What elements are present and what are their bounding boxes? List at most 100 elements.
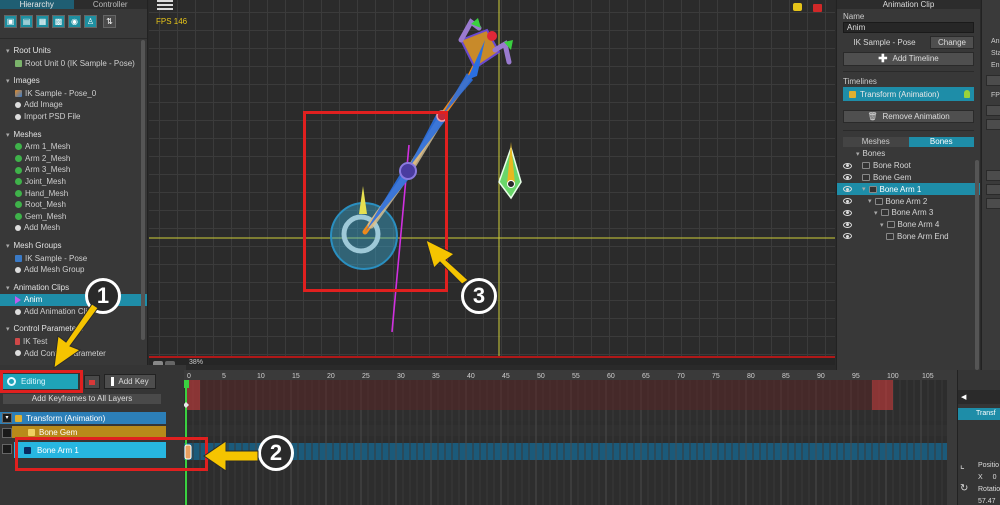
expand-icon[interactable]: ▾ [2,413,12,423]
bone-item[interactable]: ▾ Bone Arm 1 [837,183,980,196]
collapse-icon[interactable] [2,444,12,454]
change-button[interactable]: Change [930,36,974,49]
tree-item[interactable]: IK Test [6,336,147,348]
section-header[interactable]: Images [6,75,147,88]
tree-item[interactable]: Hand_Mesh [6,188,147,200]
sort-icon[interactable]: ⇅ [103,15,116,28]
tree-item-label: Add Mesh Group [24,265,85,275]
tree-item[interactable]: Arm 1_Mesh [6,141,147,153]
add-timeline-button[interactable]: ✚ Add Timeline [843,52,974,66]
anim-label: Ani [991,38,1000,45]
tree-item[interactable]: IK Sample - Pose [6,253,147,265]
hierarchy-scrollbar[interactable] [141,40,145,340]
visibility-eye-icon[interactable] [843,233,852,240]
tree-item[interactable]: Root Unit 0 (IK Sample - Pose) [6,58,147,70]
ruler-tick-label: 55 [572,373,580,380]
name-input[interactable]: Anim [843,22,974,33]
section-header[interactable]: Mesh Groups [6,240,147,253]
filter-parameter-icon[interactable]: ♙ [84,15,97,28]
visibility-eye-icon[interactable] [843,209,852,216]
timeline-item[interactable]: Transform (Animation) [843,87,974,101]
tree-item[interactable]: Arm 3_Mesh [6,164,147,176]
bone-item[interactable]: Bone Gem [837,172,980,184]
section-header[interactable]: Control Parameters [6,323,147,336]
tree-item[interactable]: IK Sample - Pose_0 [6,88,147,100]
field-box[interactable] [986,198,1000,209]
section-header[interactable]: Meshes [6,129,147,142]
tree-item[interactable]: Add Animation Clip [6,306,147,318]
add-icon [15,225,21,232]
timeline-grid[interactable]: 0 5 10 15 20 25 30 35 40 45 50 55 60 65 70 75 80 85 90 95 10… [184,370,947,505]
section-header[interactable]: Root Units [6,45,147,58]
bone-item[interactable]: Bone Root [837,160,980,172]
inspector-scrollbar[interactable] [975,160,979,370]
field-box[interactable] [986,105,1000,116]
bone-item[interactable]: ▾ Bone Arm 2 [837,195,980,207]
filter-unit-icon[interactable]: ▣ [4,15,17,28]
bone-icon [886,232,894,240]
tree-item[interactable]: Arm 2_Mesh [6,153,147,165]
x-value[interactable]: 0 [993,474,997,481]
visibility-eye-icon[interactable] [843,162,852,169]
expand-icon[interactable]: ▾ [880,221,884,229]
tab-meshes[interactable]: Meshes [843,137,909,147]
collapse-icon[interactable] [2,428,12,438]
bone-item[interactable]: ▾ Bone Arm 3 [837,207,980,219]
tree-item[interactable]: Add Control Parameter [6,348,147,360]
bone-arm-3 [441,73,473,117]
expand-icon[interactable]: ▾ [856,150,860,158]
bone-item[interactable]: ▾ Bone Arm 4 [837,219,980,231]
tree-item[interactable]: Add Mesh Group [6,264,147,276]
field-box[interactable] [986,75,1000,86]
tab-hierarchy[interactable]: Hierarchy [0,0,74,9]
bulb-icon[interactable] [964,90,970,98]
tree-item[interactable]: Gem_Mesh [6,211,147,223]
parameter-icon [15,338,20,346]
expand-icon[interactable]: ▾ [874,209,878,217]
expand-icon[interactable]: ▾ [868,197,872,205]
section-header[interactable]: Animation Clips [6,282,147,295]
field-box[interactable] [986,119,1000,130]
add-key-button[interactable]: Add Key [104,374,156,389]
expand-icon[interactable]: ▾ [862,185,866,193]
rotation-value[interactable]: 57.47 [958,496,1000,505]
visibility-eye-icon[interactable] [843,198,852,205]
lock-icon[interactable] [84,375,100,389]
tree-item[interactable]: Anim [0,294,147,306]
filter-image-icon[interactable]: ▤ [20,15,33,28]
unit-icon [15,59,22,67]
tab-controller[interactable]: Controller [73,0,147,9]
mesh-icon [15,155,22,163]
tree-item[interactable]: Import PSD File [6,111,147,123]
filter-meshgroup-icon[interactable]: ▩ [52,15,65,28]
tree-item[interactable]: Root_Mesh [6,199,147,211]
timeline-scrollbar[interactable] [947,370,957,505]
filter-animation-icon[interactable]: ◉ [68,15,81,28]
tab-transform[interactable]: Transf [958,408,1000,420]
bone-item[interactable]: ▾ Bones [837,148,980,160]
step-badge-2: 2 [258,435,294,471]
field-box[interactable] [986,170,1000,181]
tree-item[interactable]: Add Image [6,99,147,111]
remove-animation-button[interactable]: 🗑 Remove Animation [843,110,974,123]
add-icon [15,113,21,120]
visibility-eye-icon[interactable] [843,186,852,193]
bone-label: Bone Arm End [897,231,949,241]
visibility-eye-icon[interactable] [843,221,852,228]
layer-bone-gem[interactable]: Bone Gem [12,426,166,438]
bone-arm-2 [407,113,445,170]
field-box[interactable] [986,184,1000,195]
layer-transform[interactable]: ▾ Transform (Animation) [0,412,166,424]
timeline-nav: ◀ [958,390,1000,404]
tree-item[interactable]: Add Mesh [6,222,147,234]
tree-item[interactable]: Joint_Mesh [6,176,147,188]
bone-item[interactable]: Bone Arm End [837,231,980,243]
layer-bone-arm-1[interactable]: Bone Arm 1 [14,442,166,458]
add-keyframes-all-button[interactable]: Add Keyframes to All Layers [3,394,161,404]
ruler-tick-label: 5 [222,373,226,380]
prev-icon[interactable]: ◀ [961,393,966,401]
tab-bones[interactable]: Bones [908,137,974,147]
filter-mesh-icon[interactable]: ▦ [36,15,49,28]
visibility-eye-icon[interactable] [843,174,852,181]
editing-toggle-button[interactable]: Editing [3,374,78,389]
